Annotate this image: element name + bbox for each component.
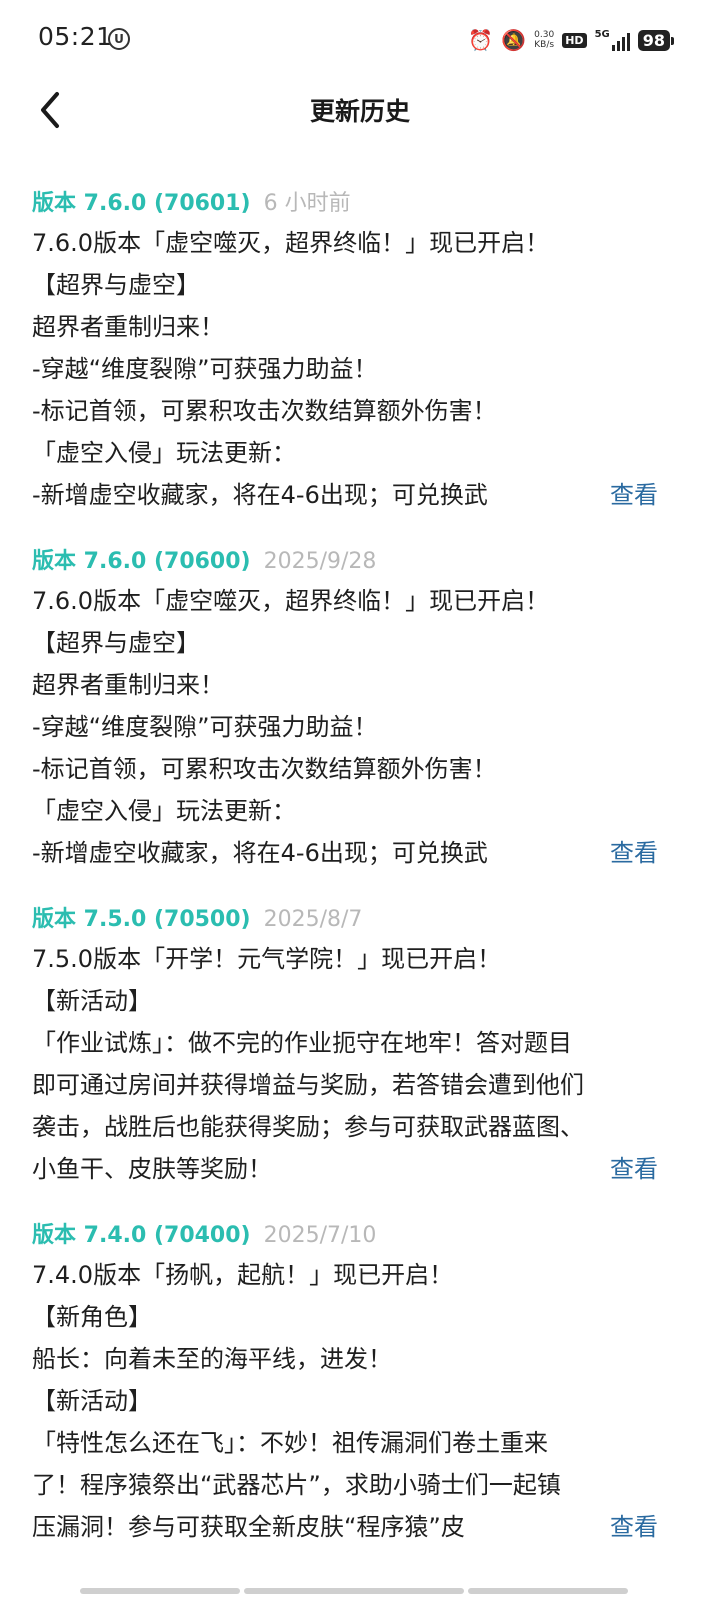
status-time: 05:21	[38, 22, 113, 51]
entry-line: -标记首领，可累积攻击次数结算额外伤害！	[32, 397, 497, 425]
view-more-button[interactable]: 查看	[610, 1148, 658, 1190]
hd-icon: HD	[562, 32, 587, 48]
entry-line: 「作业试炼」：做不完的作业扼守在地牢！答对题目	[32, 1029, 572, 1057]
entry-date: 6 小时前	[263, 191, 351, 216]
network-type: 5G	[594, 29, 610, 40]
header: 更新历史	[0, 78, 720, 142]
bottom-scroll-indicator	[80, 1588, 628, 1594]
entry-meta: 版本 7.4.0 (70400) 2025/7/10	[32, 1218, 662, 1254]
app-notification-icon: U	[108, 28, 130, 50]
entry-line: 「特性怎么还在飞」：不妙！祖传漏洞们卷土重来	[32, 1429, 548, 1457]
entry-line: 小鱼干、皮肤等奖励！	[32, 1155, 272, 1183]
status-icons: ⏰ 🔕 0.30 KB/s HD 5G 98	[468, 26, 675, 54]
entry-line: 「虚空入侵」玩法更新：	[32, 797, 296, 825]
entry-line: 了！程序猿祭出“武器芯片”，求助小骑士们一起镇	[32, 1471, 561, 1499]
entry-version: 版本 7.6.0 (70601)	[32, 191, 251, 216]
entry-line: 超界者重制归来！	[32, 671, 224, 699]
update-entry: 版本 7.4.0 (70400) 2025/7/10 7.4.0版本「扬帆，起航…	[32, 1218, 662, 1548]
mute-icon: 🔕	[501, 28, 527, 52]
entry-line: 【超界与虚空】	[32, 271, 200, 299]
update-entry: 版本 7.5.0 (70500) 2025/8/7 7.5.0版本「开学！元气学…	[32, 902, 662, 1190]
update-entry: 版本 7.6.0 (70601) 6 小时前 7.6.0版本「虚空噬灭，超界终临…	[32, 186, 662, 516]
entry-line: -穿越“维度裂隙”可获强力助益！	[32, 713, 378, 741]
update-entry: 版本 7.6.0 (70600) 2025/9/28 7.6.0版本「虚空噬灭，…	[32, 544, 662, 874]
view-more-button[interactable]: 查看	[610, 474, 658, 516]
entry-meta: 版本 7.6.0 (70601) 6 小时前	[32, 186, 662, 222]
entry-body: 7.5.0版本「开学！元气学院！」现已开启！ 【新活动】 「作业试炼」：做不完的…	[32, 938, 662, 1190]
view-more-button[interactable]: 查看	[610, 1506, 658, 1548]
entry-body: 7.6.0版本「虚空噬灭，超界终临！」现已开启！ 【超界与虚空】 超界者重制归来…	[32, 222, 662, 516]
status-bar: 05:21 U ⏰ 🔕 0.30 KB/s HD 5G 98	[0, 0, 720, 78]
entry-line: 7.6.0版本「虚空噬灭，超界终临！」现已开启！	[32, 229, 550, 257]
entry-date: 2025/9/28	[263, 549, 377, 574]
entry-meta: 版本 7.5.0 (70500) 2025/8/7	[32, 902, 662, 938]
entry-line: 7.4.0版本「扬帆，起航！」现已开启！	[32, 1261, 454, 1289]
entry-line: 袭击，战胜后也能获得奖励；参与可获取武器蓝图、	[32, 1113, 584, 1141]
entry-line: 即可通过房间并获得增益与奖励，若答错会遭到他们	[32, 1071, 584, 1099]
entry-version: 版本 7.4.0 (70400)	[32, 1223, 251, 1248]
entry-line: 7.5.0版本「开学！元气学院！」现已开启！	[32, 945, 502, 973]
network-speed: 0.30 KB/s	[534, 30, 555, 50]
battery-icon: 98	[637, 29, 675, 51]
entry-line: -新增虚空收藏家，将在4-6出现；可兑换武	[32, 839, 488, 867]
entry-line: -新增虚空收藏家，将在4-6出现；可兑换武	[32, 481, 488, 509]
update-history-list: 版本 7.6.0 (70601) 6 小时前 7.6.0版本「虚空噬灭，超界终临…	[32, 186, 662, 1576]
entry-version: 版本 7.5.0 (70500)	[32, 907, 251, 932]
entry-line: 超界者重制归来！	[32, 313, 224, 341]
entry-line: -穿越“维度裂隙”可获强力助益！	[32, 355, 378, 383]
entry-line: 7.6.0版本「虚空噬灭，超界终临！」现已开启！	[32, 587, 550, 615]
entry-version: 版本 7.6.0 (70600)	[32, 549, 251, 574]
signal-icon: 5G	[595, 29, 630, 51]
entry-meta: 版本 7.6.0 (70600) 2025/9/28	[32, 544, 662, 580]
entry-line: 「虚空入侵」玩法更新：	[32, 439, 296, 467]
entry-line: 压漏洞！参与可获取全新皮肤“程序猿”皮	[32, 1513, 465, 1541]
view-more-button[interactable]: 查看	[610, 832, 658, 874]
alarm-icon: ⏰	[468, 28, 494, 52]
entry-line: 船长：向着未至的海平线，进发！	[32, 1345, 392, 1373]
entry-line: 【新活动】	[32, 987, 152, 1015]
entry-body: 7.4.0版本「扬帆，起航！」现已开启！ 【新角色】 船长：向着未至的海平线，进…	[32, 1254, 662, 1548]
entry-line: 【新活动】	[32, 1387, 152, 1415]
entry-date: 2025/8/7	[263, 907, 363, 932]
page-title: 更新历史	[309, 97, 410, 126]
entry-line: 【超界与虚空】	[32, 629, 200, 657]
entry-date: 2025/7/10	[263, 1223, 377, 1248]
entry-body: 7.6.0版本「虚空噬灭，超界终临！」现已开启！ 【超界与虚空】 超界者重制归来…	[32, 580, 662, 874]
entry-line: -标记首领，可累积攻击次数结算额外伤害！	[32, 755, 497, 783]
entry-line: 【新角色】	[32, 1303, 152, 1331]
